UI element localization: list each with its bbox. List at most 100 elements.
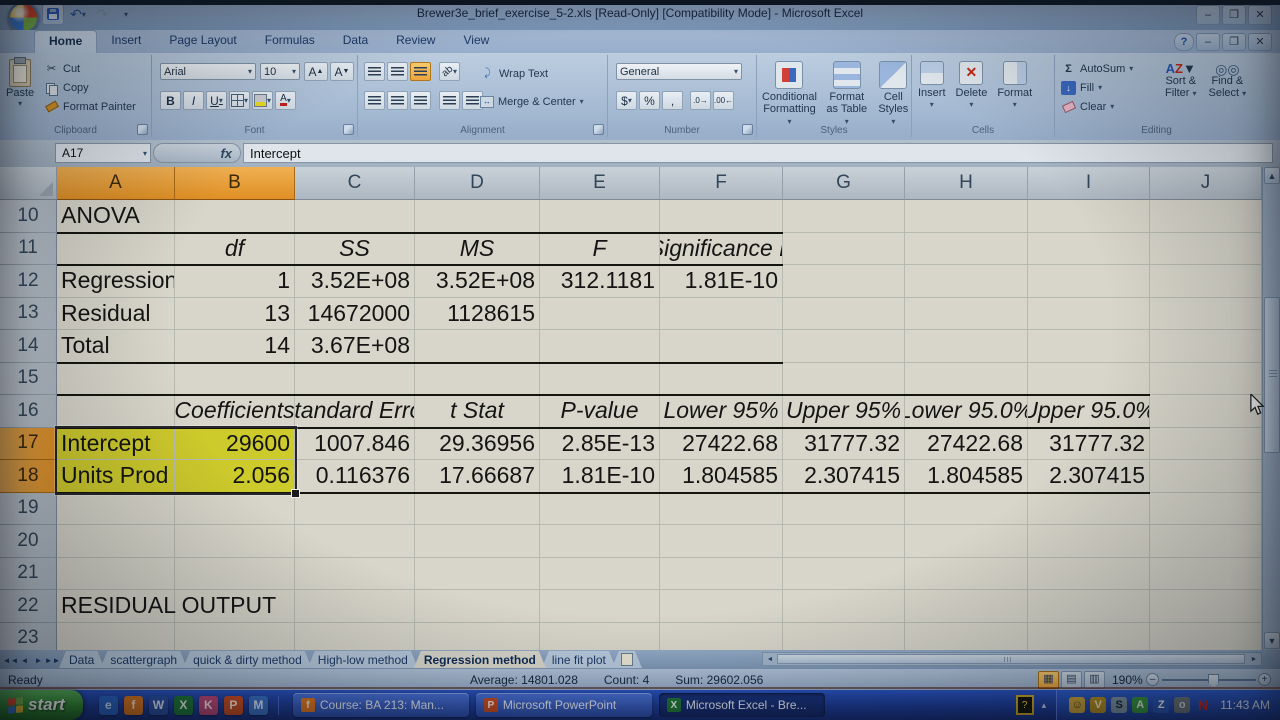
grid-cell-d10[interactable] bbox=[415, 200, 540, 233]
delete-cells-button[interactable]: ✕ Delete▾ bbox=[956, 61, 988, 111]
window-restore-icon[interactable]: ❐ bbox=[1222, 33, 1246, 51]
grid-cell-b19[interactable] bbox=[175, 493, 295, 526]
grid-cell-b13[interactable]: 13 bbox=[175, 298, 295, 331]
border-button[interactable]: ▾ bbox=[229, 91, 250, 110]
grid-cell-j16[interactable] bbox=[1150, 395, 1262, 428]
grid-cell-i16[interactable]: Upper 95.0% bbox=[1028, 395, 1150, 428]
paste-button[interactable]: Paste▾ bbox=[6, 59, 34, 108]
grid-cell-a21[interactable] bbox=[57, 558, 175, 591]
grid-cell-g10[interactable] bbox=[783, 200, 905, 233]
row-header-12[interactable]: 12 bbox=[0, 265, 57, 298]
green-a-tray-icon[interactable]: A bbox=[1132, 697, 1148, 713]
grid-cell-e21[interactable] bbox=[540, 558, 660, 591]
grid-cell-d16[interactable]: t Stat bbox=[415, 395, 540, 428]
grid-cell-f13[interactable] bbox=[660, 298, 783, 331]
font-name-select[interactable]: Arial▾ bbox=[160, 63, 256, 80]
scroll-down-icon[interactable]: ▼ bbox=[1264, 632, 1280, 649]
font-dialog-launcher[interactable] bbox=[343, 124, 354, 135]
grid-cell-i22[interactable] bbox=[1028, 590, 1150, 623]
grid-cell-f17[interactable]: 27422.68 bbox=[660, 428, 783, 461]
row-header-23[interactable]: 23 bbox=[0, 623, 57, 651]
grid-cell-g20[interactable] bbox=[783, 525, 905, 558]
grid-cell-b12[interactable]: 1 bbox=[175, 265, 295, 298]
grid-cell-f19[interactable] bbox=[660, 493, 783, 526]
alignment-dialog-launcher[interactable] bbox=[593, 124, 604, 135]
messenger-tray-icon[interactable]: ☺ bbox=[1069, 697, 1085, 713]
grid-cell-c19[interactable] bbox=[295, 493, 415, 526]
top-align-button[interactable] bbox=[364, 62, 385, 81]
grid-cell-c18[interactable]: 0.116376 bbox=[295, 460, 415, 493]
grid-cell-j11[interactable] bbox=[1150, 233, 1262, 266]
grid-cell-g19[interactable] bbox=[783, 493, 905, 526]
word-icon[interactable]: W bbox=[149, 696, 168, 715]
speaker-tray-icon[interactable]: o bbox=[1174, 697, 1190, 713]
grid-cell-g21[interactable] bbox=[783, 558, 905, 591]
align-right-button[interactable] bbox=[410, 91, 431, 110]
grid-cell-h16[interactable]: Lower 95.0% bbox=[905, 395, 1028, 428]
grid-cell-c23[interactable] bbox=[295, 623, 415, 651]
row-header-21[interactable]: 21 bbox=[0, 558, 57, 591]
grid-cell-c11[interactable]: SS bbox=[295, 233, 415, 266]
grid-cell-e13[interactable] bbox=[540, 298, 660, 331]
grid-cell-j12[interactable] bbox=[1150, 265, 1262, 298]
row-header-18[interactable]: 18 bbox=[0, 460, 57, 493]
column-header-e[interactable]: E bbox=[540, 167, 660, 200]
italic-button[interactable]: I bbox=[183, 91, 204, 110]
fill-handle[interactable] bbox=[291, 489, 300, 498]
grid-cell-f21[interactable] bbox=[660, 558, 783, 591]
column-header-g[interactable]: G bbox=[783, 167, 905, 200]
internet-explorer-icon[interactable]: e bbox=[99, 696, 118, 715]
grid-cell-c22[interactable] bbox=[295, 590, 415, 623]
format-as-table-button[interactable]: Formatas Table ▾ bbox=[824, 61, 870, 128]
copy-button[interactable]: Copy bbox=[44, 79, 136, 96]
grid-cell-c12[interactable]: 3.52E+08 bbox=[295, 265, 415, 298]
zoom-out-icon[interactable]: – bbox=[1146, 673, 1159, 686]
grid-cell-g11[interactable] bbox=[783, 233, 905, 266]
center-button[interactable] bbox=[387, 91, 408, 110]
minimize-icon[interactable]: – bbox=[1196, 5, 1220, 25]
grid-cell-b14[interactable]: 14 bbox=[175, 330, 295, 363]
grid-cell-d20[interactable] bbox=[415, 525, 540, 558]
number-dialog-launcher[interactable] bbox=[742, 124, 753, 135]
grid-cell-g23[interactable] bbox=[783, 623, 905, 651]
column-header-b[interactable]: B bbox=[175, 167, 295, 200]
row-header-17[interactable]: 17 bbox=[0, 428, 57, 461]
help-icon[interactable]: ? bbox=[1174, 33, 1194, 51]
sheet-tab-high-low-method[interactable]: High-low method bbox=[308, 651, 418, 668]
accounting-format-button[interactable]: $▾ bbox=[616, 91, 637, 110]
scroll-left-icon[interactable]: ◄ bbox=[764, 654, 776, 664]
grid-cell-d18[interactable]: 17.66687 bbox=[415, 460, 540, 493]
grid-cell-h15[interactable] bbox=[905, 363, 1028, 396]
tab-insert[interactable]: Insert bbox=[97, 30, 155, 53]
grid-cell-j20[interactable] bbox=[1150, 525, 1262, 558]
grid-cell-e19[interactable] bbox=[540, 493, 660, 526]
wrap-text-button[interactable]: ⤸Wrap Text bbox=[480, 65, 548, 82]
grid-cell-d17[interactable]: 29.36956 bbox=[415, 428, 540, 461]
tab-review[interactable]: Review bbox=[382, 30, 449, 53]
help-tray-icon[interactable]: ? bbox=[1016, 695, 1034, 715]
tab-view[interactable]: View bbox=[449, 30, 503, 53]
restore-icon[interactable]: ❐ bbox=[1222, 5, 1246, 25]
grid-cell-c13[interactable]: 14672000 bbox=[295, 298, 415, 331]
grid-cell-h21[interactable] bbox=[905, 558, 1028, 591]
grid-cell-e22[interactable] bbox=[540, 590, 660, 623]
grid-cell-j23[interactable] bbox=[1150, 623, 1262, 651]
grid-cell-f12[interactable]: 1.81E-10 bbox=[660, 265, 783, 298]
zoom-slider-thumb[interactable] bbox=[1208, 674, 1219, 688]
grid-cell-f15[interactable] bbox=[660, 363, 783, 396]
merge-center-button[interactable]: ↔Merge & Center▾ bbox=[480, 93, 584, 110]
grid-cell-e16[interactable]: P-value bbox=[540, 395, 660, 428]
clear-button[interactable]: Clear▾ bbox=[1061, 98, 1133, 115]
decrease-indent-button[interactable] bbox=[439, 91, 460, 110]
tools-tray-icon[interactable]: S bbox=[1111, 697, 1127, 713]
insert-worksheet-tab[interactable] bbox=[612, 651, 642, 668]
grow-font-button[interactable]: A▲ bbox=[304, 62, 328, 81]
row-header-14[interactable]: 14 bbox=[0, 330, 57, 363]
grid-cell-d23[interactable] bbox=[415, 623, 540, 651]
fill-color-button[interactable]: ▾ bbox=[252, 91, 273, 110]
clipboard-dialog-launcher[interactable] bbox=[137, 124, 148, 135]
grid-cell-h20[interactable] bbox=[905, 525, 1028, 558]
grid-cell-g14[interactable] bbox=[783, 330, 905, 363]
grid-cell-i11[interactable] bbox=[1028, 233, 1150, 266]
grid-cell-i19[interactable] bbox=[1028, 493, 1150, 526]
